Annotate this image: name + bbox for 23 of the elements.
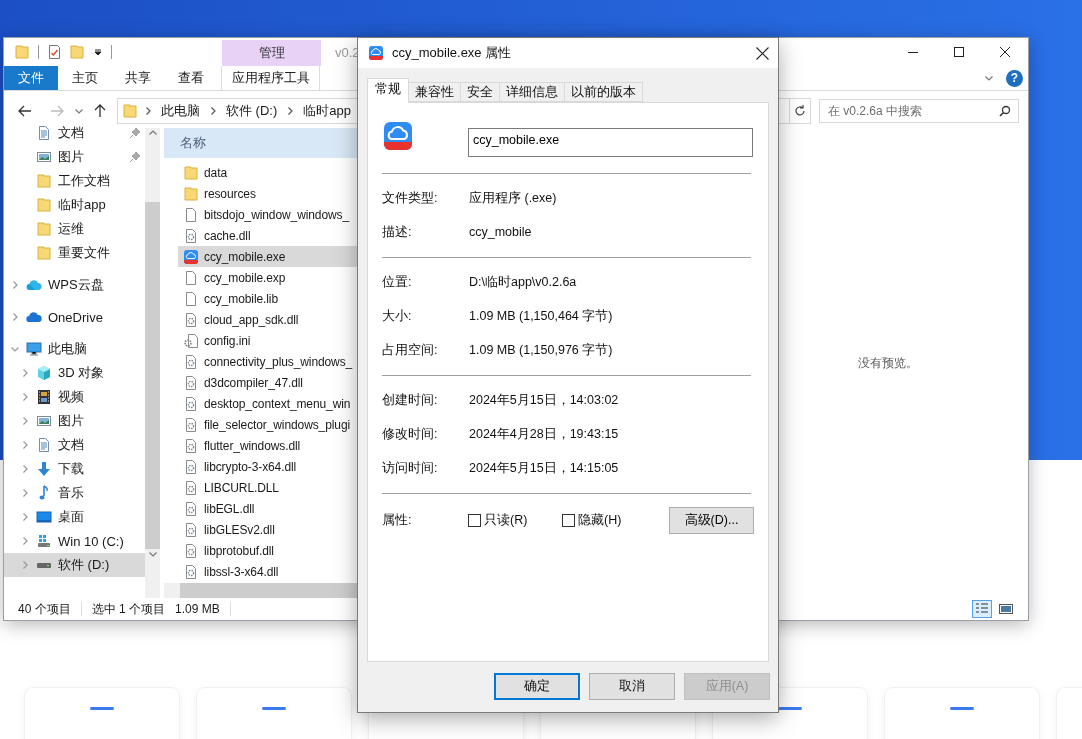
property-value: 应用程序 (.exe) — [469, 189, 557, 207]
property-value: 1.09 MB (1,150,976 字节) — [469, 341, 613, 359]
status-text: 40 个项目 — [18, 600, 71, 618]
property-label: 文件类型: — [382, 189, 439, 207]
property-label: 大小: — [382, 307, 413, 325]
property-value: 2024年5月15日，14:03:02 — [469, 391, 619, 409]
property-label: 创建时间: — [382, 391, 439, 409]
dialog-title: ccy_mobile.exe 属性 — [392, 44, 512, 62]
property-label: 属性: — [382, 511, 413, 529]
status-text: 1.09 MB — [175, 602, 220, 616]
property-value: D:\临时app\v0.2.6a — [469, 273, 577, 291]
property-label: 位置: — [382, 273, 413, 291]
property-value: 2024年4月28日，19:43:15 — [469, 425, 619, 443]
property-value: ccy_mobile — [469, 225, 532, 239]
property-value: 2024年5月15日，14:15:05 — [469, 459, 619, 477]
property-value: 1.09 MB (1,150,464 字节) — [469, 307, 613, 325]
property-label: 描述: — [382, 223, 413, 241]
preview-message: 没有预览。 — [857, 354, 919, 372]
contextual-tab-header: 管理 — [222, 40, 321, 66]
property-label: 占用空间: — [382, 341, 439, 359]
property-label: 访问时间: — [382, 459, 439, 477]
status-text: 选中 1 个项目 — [91, 600, 166, 618]
property-label: 修改时间: — [382, 425, 439, 443]
